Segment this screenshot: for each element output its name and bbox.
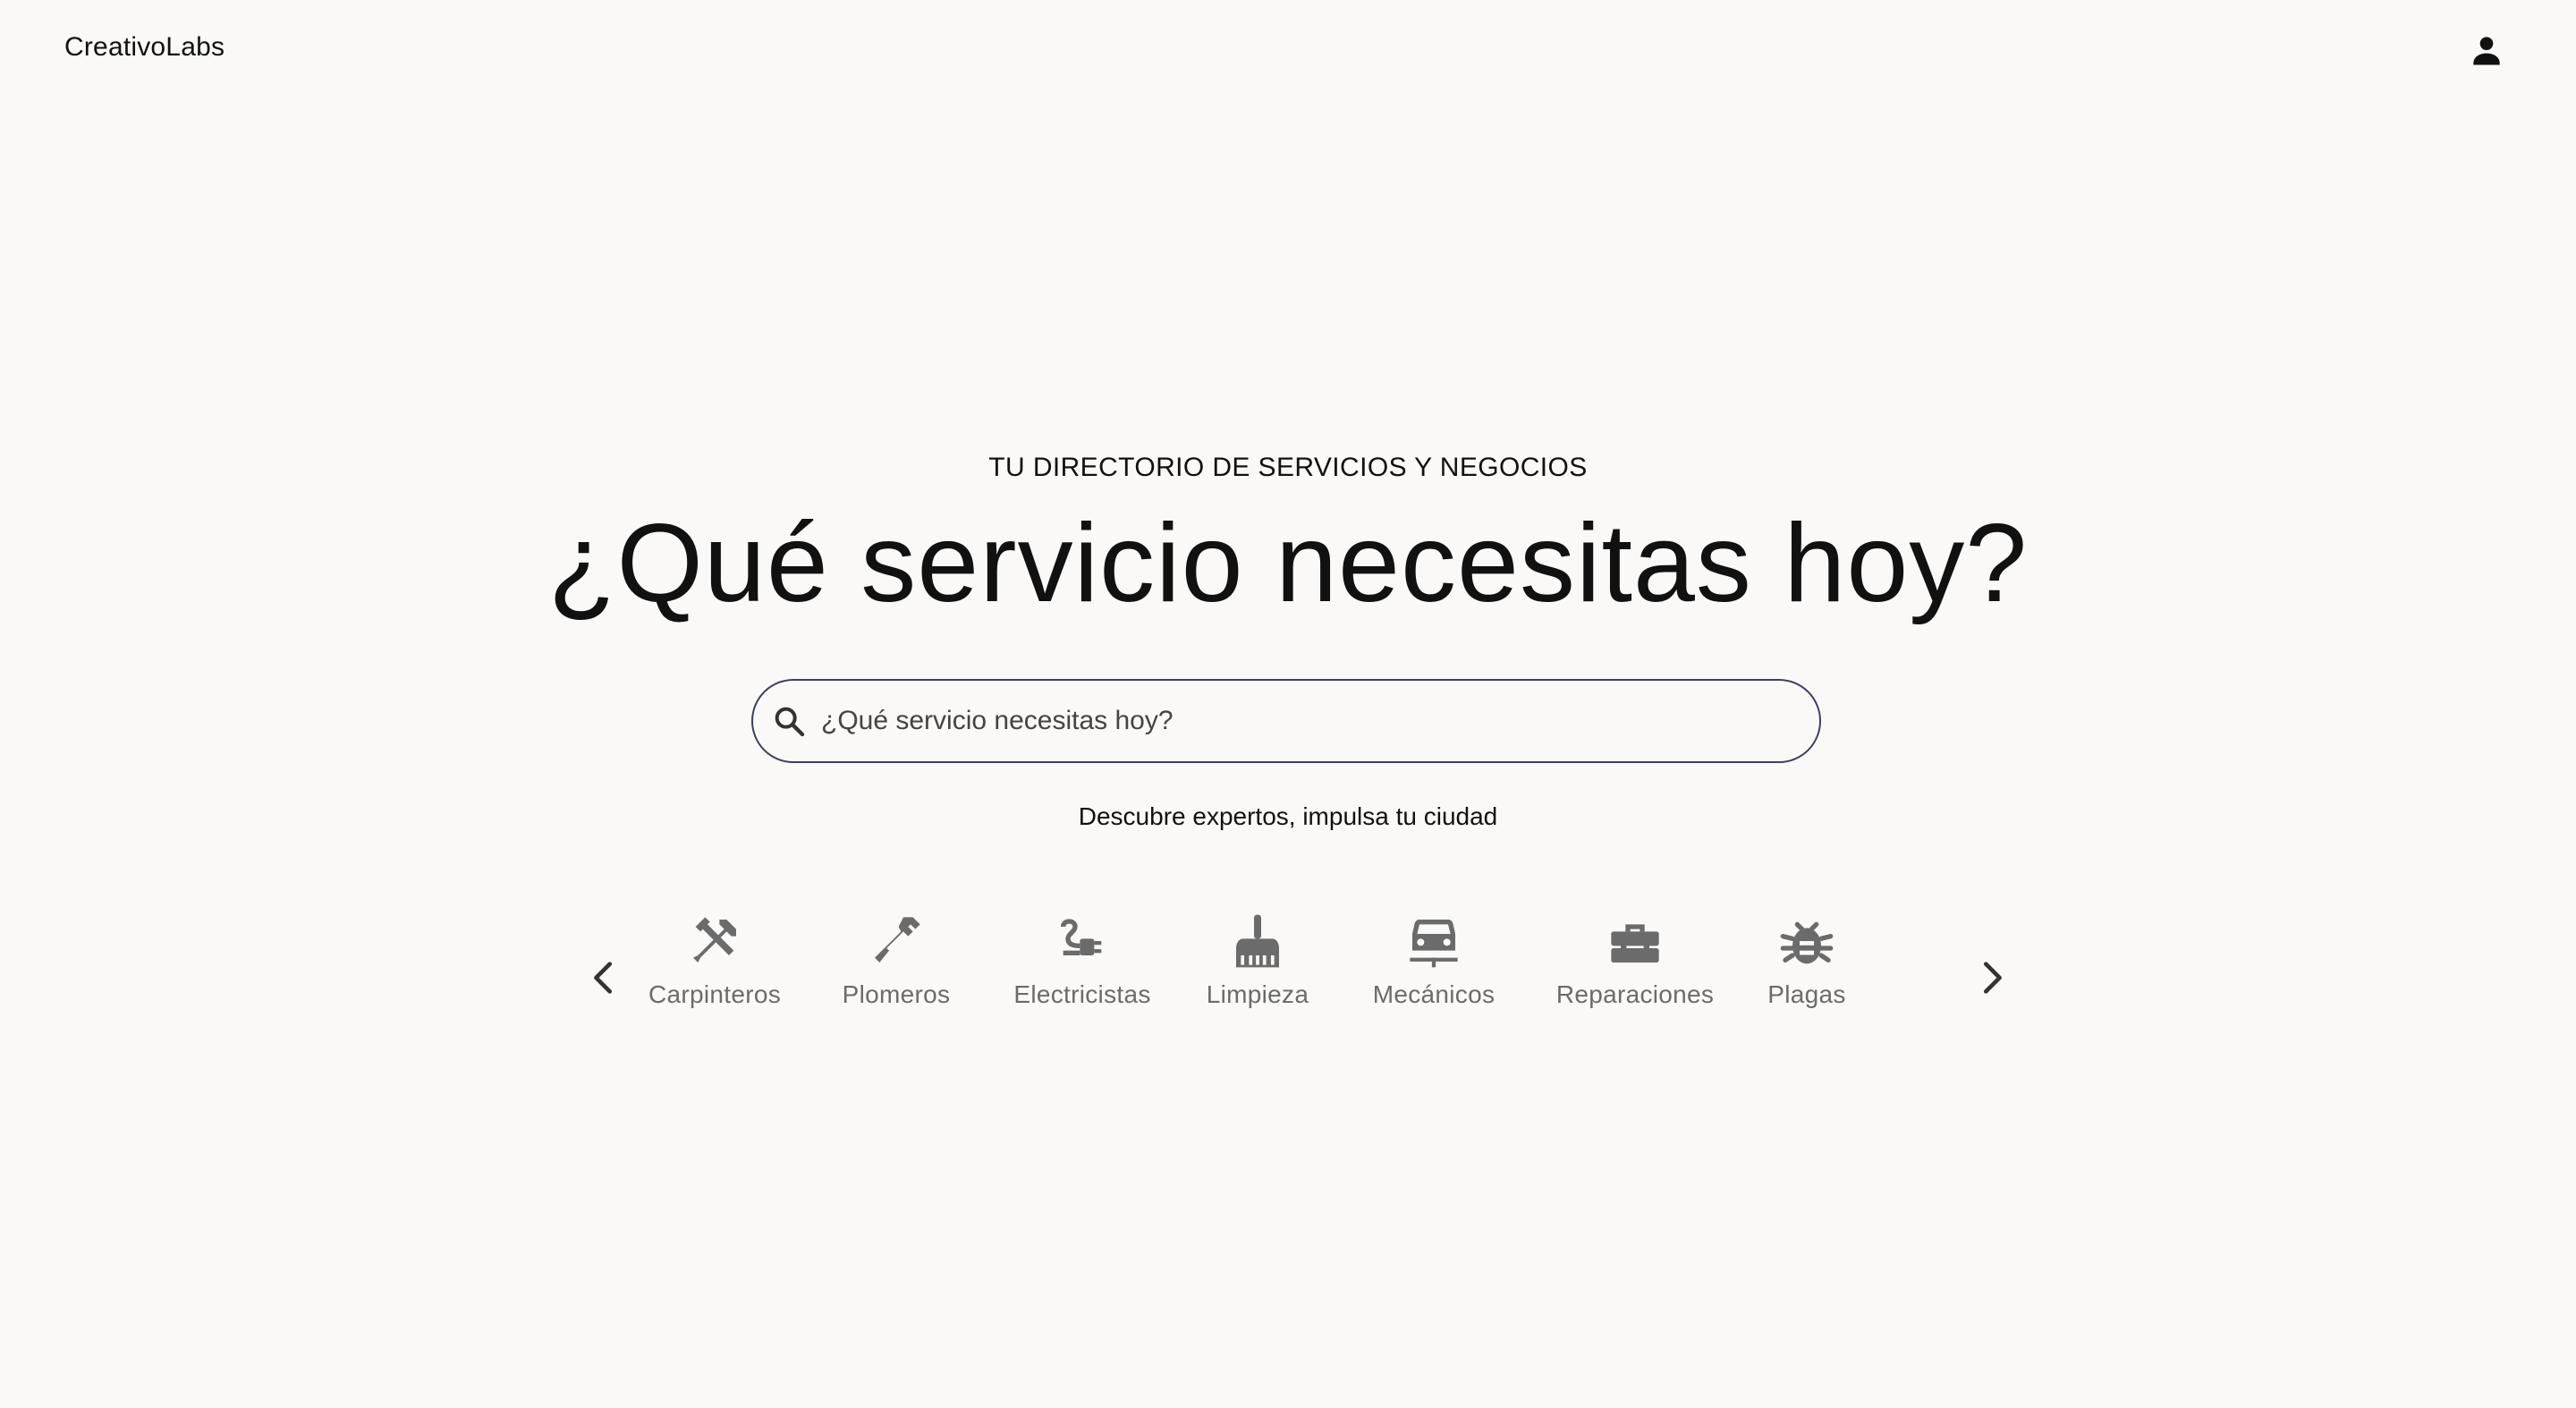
chevron-right-icon: [1983, 962, 2002, 994]
person-icon: [2473, 37, 2500, 65]
category-item-limpieza[interactable]: Limpieza: [1203, 903, 1312, 1009]
category-label: Plagas: [1767, 980, 1846, 1008]
electrical-plug-icon: [1061, 919, 1102, 955]
account-button[interactable]: [2462, 25, 2512, 75]
hero-headline: ¿Qué servicio necesitas hoy?: [547, 502, 2029, 625]
carpentry-tools-icon: [693, 917, 736, 963]
category-label: Reparaciones: [1555, 980, 1715, 1008]
category-label: Plomeros: [842, 980, 951, 1008]
toolbox-icon: [1611, 924, 1659, 963]
search-input[interactable]: [819, 693, 1717, 749]
category-item-reparaciones[interactable]: Reparaciones: [1556, 903, 1714, 1009]
category-item-electricistas[interactable]: Electricistas: [1011, 903, 1154, 1009]
carousel-next-button[interactable]: [1966, 953, 2016, 1003]
hero-eyebrow: TU DIRECTORIO DE SERVICIOS Y NEGOCIOS: [988, 453, 1588, 482]
page: CreativoLabs TU DIRECTORIO DE SERVICIOS …: [0, 0, 2576, 1408]
car-icon: [1410, 920, 1458, 968]
plumbing-wrench-icon: [875, 917, 920, 963]
category-strip: Carpinteros Plomeros Electricistas Limpi…: [644, 903, 1928, 1029]
search-icon: [775, 707, 805, 737]
category-label: Electricistas: [1013, 980, 1151, 1008]
category-label: Carpinteros: [648, 980, 782, 1008]
category-item-plomeros[interactable]: Plomeros: [843, 903, 950, 1009]
bug-icon: [1780, 921, 1834, 964]
cleaning-broom-icon: [1236, 914, 1279, 968]
category-label: Mecánicos: [1372, 980, 1496, 1008]
category-item-plagas[interactable]: Plagas: [1764, 903, 1850, 1009]
category-item-carpinteros[interactable]: Carpinteros: [646, 903, 784, 1009]
category-label: Limpieza: [1206, 980, 1309, 1008]
category-item-mecanicos[interactable]: Mecánicos: [1368, 903, 1499, 1009]
brand-logo[interactable]: CreativoLabs: [64, 32, 225, 63]
carousel-prev-button[interactable]: [580, 953, 630, 1003]
hero-tagline: Descubre expertos, impulsa tu ciudad: [1078, 802, 1498, 830]
chevron-left-icon: [594, 962, 613, 994]
search-bar[interactable]: [751, 679, 1821, 763]
category-carousel: Carpinteros Plomeros Electricistas Limpi…: [572, 903, 2004, 1029]
